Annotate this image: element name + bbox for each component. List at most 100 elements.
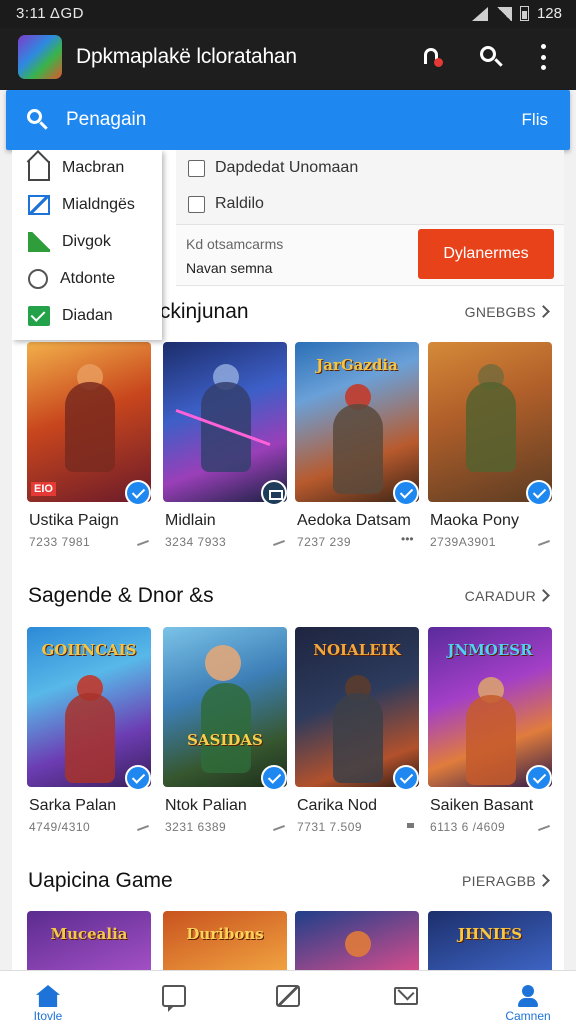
flag-icon <box>28 232 50 252</box>
game-art-title: JNMOESR <box>447 641 533 659</box>
verified-badge-icon <box>393 765 419 791</box>
game-title: Maoka Pony <box>430 512 519 529</box>
chevron-right-icon[interactable] <box>537 305 550 318</box>
see-all-link[interactable]: CARADUR <box>465 588 536 604</box>
game-thumbnail[interactable] <box>428 342 552 502</box>
share-icon[interactable] <box>273 540 285 546</box>
see-all-link[interactable]: GNEBGBS <box>465 304 536 320</box>
search-icon <box>26 108 50 132</box>
chevron-right-icon[interactable] <box>537 589 550 602</box>
nav-mail[interactable] <box>366 971 446 1024</box>
side-menu: Macbran Mialdngës Divgok Atdonte Diadan <box>12 150 162 340</box>
share-icon[interactable] <box>538 825 550 831</box>
game-thumbnail[interactable]: Mucealia <box>27 911 151 970</box>
game-meta: 3234 7933 <box>165 535 227 549</box>
game-thumbnail[interactable]: NOIALEIK <box>295 627 419 787</box>
share-icon[interactable] <box>137 825 149 831</box>
chevron-right-icon[interactable] <box>537 874 550 887</box>
game-thumbnail[interactable]: EIO <box>27 342 151 502</box>
filter-button[interactable]: Flis <box>522 110 548 130</box>
app-title: Dpkmaplakë lcloratahan <box>76 45 297 68</box>
filter-option[interactable]: Raldilo <box>188 189 264 219</box>
home-icon <box>28 161 50 181</box>
search-bar[interactable]: Penagain Flis <box>6 90 570 150</box>
share-icon[interactable] <box>273 825 285 831</box>
user-icon <box>516 985 540 1007</box>
section-header: Uapicina Game PIERAGBB <box>12 867 564 899</box>
verified-badge-icon <box>261 765 287 791</box>
filter-panel: Dapdedat Unomaan Raldilo <box>176 150 564 224</box>
nav-account[interactable]: Camnen <box>488 971 568 1024</box>
edit-box-icon <box>28 195 50 215</box>
promo-line-2: Navan semna <box>186 260 273 276</box>
promo-line-1: Kd otsamcarms <box>186 236 284 252</box>
game-title: Midlain <box>165 512 216 529</box>
promo-banner: Kd otsamcarms Navan semna Dylanermes <box>176 224 564 286</box>
nav-home[interactable]: Itovle <box>8 971 88 1024</box>
game-meta: 2739A3901 <box>430 535 496 549</box>
battery-icon <box>519 6 529 21</box>
nav-edit[interactable] <box>248 971 328 1024</box>
menu-item[interactable]: Macbran <box>12 150 162 186</box>
section-header: Sagende & Dnor &s CARADUR <box>12 582 564 614</box>
game-meta: 4749/4310 <box>29 820 91 834</box>
game-thumbnail[interactable] <box>295 911 419 970</box>
filter-option[interactable]: Dapdedat Unomaan <box>188 153 358 183</box>
game-thumbnail[interactable]: Duribons <box>163 911 287 970</box>
search-icon[interactable] <box>478 44 504 70</box>
search-input[interactable]: Penagain <box>66 109 146 131</box>
game-title: Carika Nod <box>297 797 378 814</box>
home-icon <box>36 985 60 1007</box>
game-meta: 3231 6389 <box>165 820 227 834</box>
notification-bell-icon[interactable] <box>420 44 446 70</box>
game-art-title: GOIINCAIS <box>41 641 137 659</box>
verified-badge-icon <box>125 480 151 506</box>
verified-badge-icon <box>125 765 151 791</box>
game-title: Saiken Basant <box>430 797 534 814</box>
share-icon[interactable] <box>538 540 550 546</box>
see-all-link[interactable]: PIERAGBB <box>462 873 536 889</box>
checkbox[interactable] <box>188 159 205 177</box>
check-icon <box>28 306 50 326</box>
verified-badge-icon <box>526 765 552 791</box>
game-meta: 7731 7.509 <box>297 820 363 834</box>
wifi-icon <box>495 6 512 21</box>
mail-icon <box>394 987 418 1005</box>
verified-badge-icon <box>393 480 419 506</box>
menu-icon[interactable] <box>407 823 414 828</box>
signal-icon <box>471 6 488 21</box>
menu-item[interactable]: Atdonte <box>12 261 162 297</box>
game-art-title: Duribons <box>186 925 264 943</box>
main-content: Dapdedat Unomaan Raldilo Kd otsamcarms N… <box>12 150 564 970</box>
game-meta: 7233 7981 <box>29 535 91 549</box>
game-art-title: JHNIES <box>457 925 523 943</box>
menu-item[interactable]: Divgok <box>12 224 162 260</box>
clock-icon <box>28 269 48 289</box>
menu-item[interactable]: Diadan <box>12 298 162 334</box>
game-art-title: JarGazdia <box>316 356 398 374</box>
app-logo-icon <box>18 35 62 79</box>
game-thumbnail[interactable]: JarGazdia <box>295 342 419 502</box>
game-thumbnail[interactable]: GOIINCAIS <box>27 627 151 787</box>
promo-button[interactable]: Dylanermes <box>418 229 554 279</box>
game-thumbnail[interactable] <box>163 342 287 502</box>
game-title: Aedoka Datsam <box>297 512 411 529</box>
menu-item[interactable]: Mialdngës <box>12 187 162 223</box>
filter-option-label: Raldilo <box>215 195 264 212</box>
nav-label: Camnen <box>505 1009 551 1023</box>
game-thumbnail[interactable]: SASIDAS <box>163 627 287 787</box>
nav-chat[interactable] <box>134 971 214 1024</box>
checkbox[interactable] <box>188 195 205 213</box>
game-thumbnail[interactable]: JNMOESR <box>428 627 552 787</box>
more-dots-icon[interactable]: ••• <box>401 532 414 546</box>
game-title: Ustika Paign <box>29 512 119 529</box>
corner-tag: EIO <box>31 482 56 496</box>
share-icon[interactable] <box>137 540 149 546</box>
nav-label: Itovle <box>33 1009 63 1023</box>
game-art-title: NOIALEIK <box>313 641 401 659</box>
section-title: Sagende & Dnor &s <box>28 584 214 607</box>
status-time: 3:11 ΔGD <box>16 5 84 22</box>
battery-level: 128 <box>536 5 562 22</box>
game-thumbnail[interactable]: JHNIES <box>428 911 552 970</box>
more-options-icon[interactable] <box>538 44 548 70</box>
